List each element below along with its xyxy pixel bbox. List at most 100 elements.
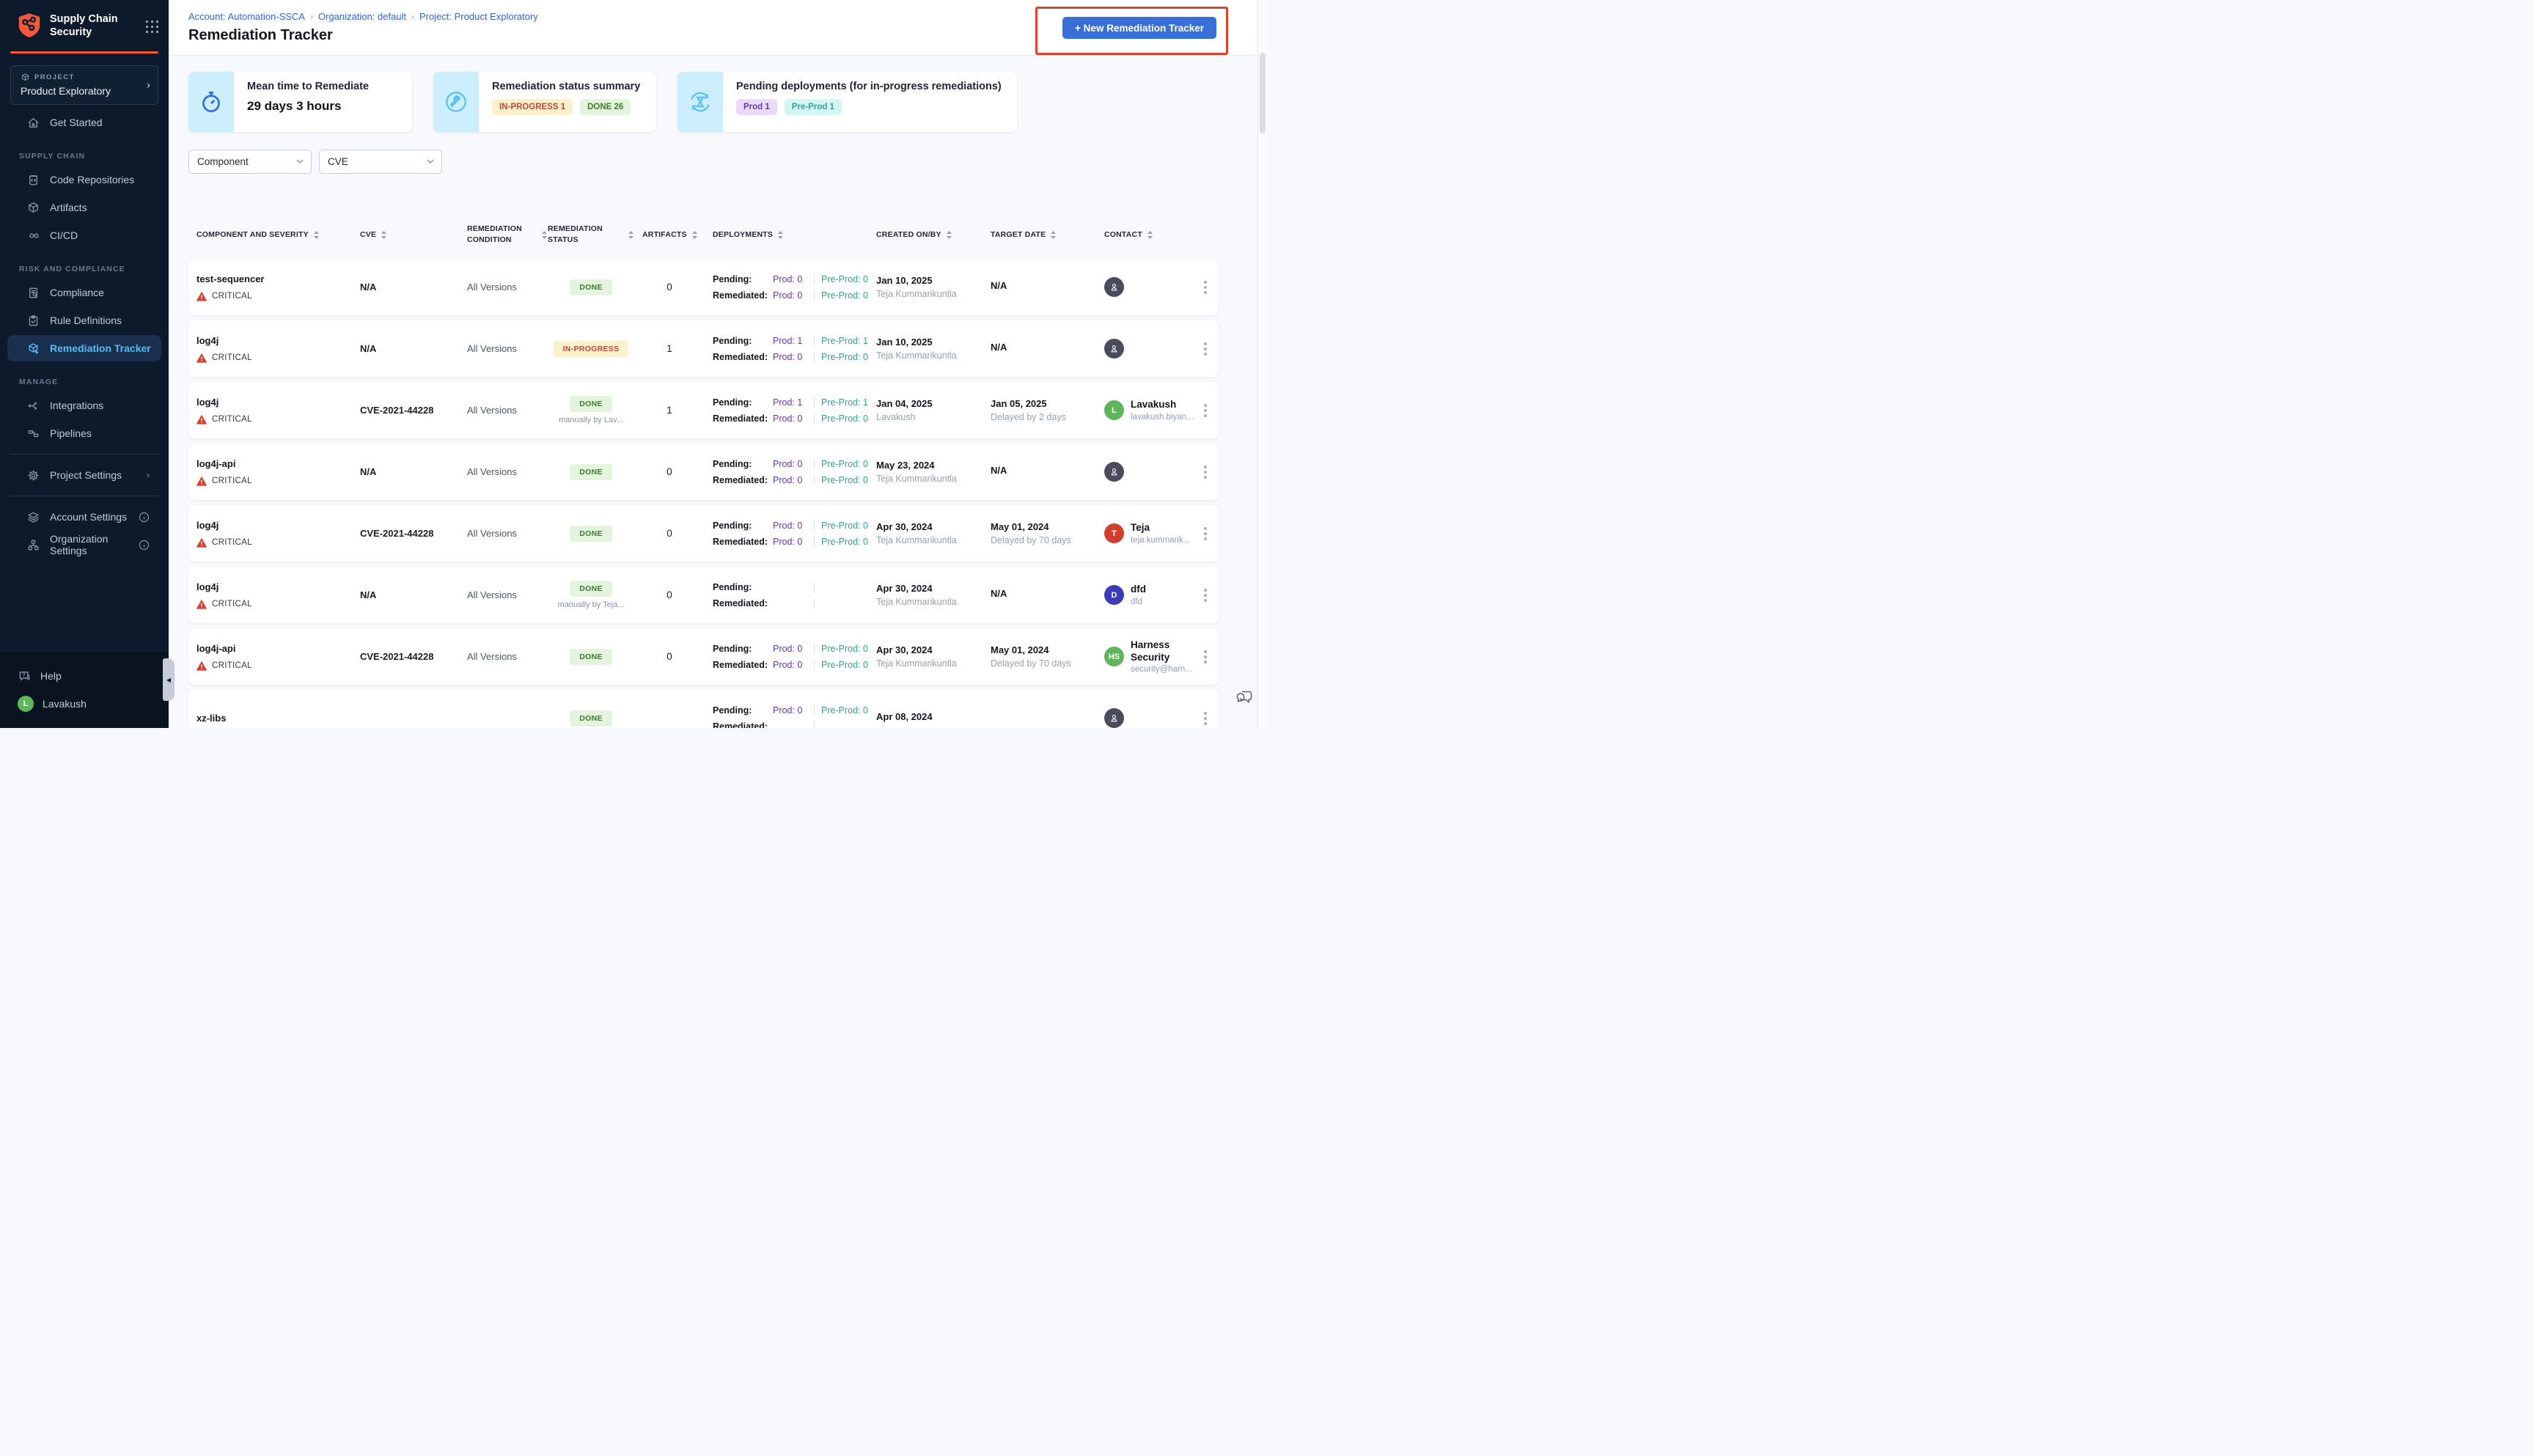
column-header-target-date[interactable]: TARGET DATE xyxy=(983,229,1096,240)
cell-remediation-condition: All Versions xyxy=(467,282,517,293)
sidebar-item-project-settings[interactable]: Project Settings › xyxy=(7,462,161,488)
cell-remediation-status: DONE xyxy=(548,525,634,542)
divider xyxy=(814,581,815,592)
deploy-badge-prod-1: Prod 1 xyxy=(736,99,777,115)
remediation-tracker-icon xyxy=(26,342,40,356)
cell-remediation-status: DONE xyxy=(548,648,634,665)
sidebar-item-remediation-tracker[interactable]: Remediation Tracker xyxy=(7,335,161,361)
project-selector[interactable]: PROJECT Product Exploratory › xyxy=(10,65,158,105)
sidebar-item-organization-settings[interactable]: Organization Settings xyxy=(7,532,161,558)
sidebar-item-account-settings[interactable]: Account Settings xyxy=(7,504,161,530)
preprod-pending-count: Pre-Prod: 0 xyxy=(821,520,868,531)
cve-filter-dropdown[interactable]: CVE xyxy=(319,150,442,174)
preprod-remediated-count: Pre-Prod: 0 xyxy=(821,290,868,301)
summary-cards: Mean time to Remediate 29 days 3 hours R… xyxy=(188,72,1267,132)
row-menu-kebab-icon[interactable] xyxy=(1191,465,1219,479)
sidebar-item-pipelines[interactable]: Pipelines xyxy=(7,420,161,446)
card-title: Remediation status summary xyxy=(492,81,641,92)
sidebar-item-label: Project Settings xyxy=(50,469,122,481)
column-header-component-and-severity[interactable]: COMPONENT AND SEVERITY xyxy=(188,229,360,240)
org-tree-icon xyxy=(26,538,40,552)
column-header-remediation-status[interactable]: REMEDIATION STATUS xyxy=(548,224,634,245)
sidebar-item-get-started[interactable]: Get Started xyxy=(7,109,161,136)
cell-target-date: N/A xyxy=(991,280,1007,291)
row-menu-kebab-icon[interactable] xyxy=(1191,650,1219,663)
cell-cve: CVE-2021-44228 xyxy=(360,651,434,662)
breadcrumb-link-project[interactable]: Project: Product Exploratory xyxy=(419,11,538,22)
sidebar-item-help[interactable]: ? Help xyxy=(0,662,169,690)
scrollbar-thumb[interactable] xyxy=(1260,53,1266,133)
sidebar-collapse-handle[interactable]: ◀ xyxy=(163,658,175,701)
cell-artifacts: 0 xyxy=(666,466,672,477)
preprod-remediated-count: Pre-Prod: 0 xyxy=(821,413,868,424)
cell-created-on-by: Jan 04, 2025 Lavakush xyxy=(876,398,933,422)
preprod-pending-count: Pre-Prod: 0 xyxy=(821,705,868,716)
row-menu-kebab-icon[interactable] xyxy=(1191,711,1219,725)
status-badge: DONE xyxy=(570,463,612,480)
cell-created-on-by: May 23, 2024 Teja Kummarikuntla xyxy=(876,460,957,484)
cell-cve: N/A xyxy=(360,589,377,600)
table-row[interactable]: log4j CRITICAL CVE-2021-44228 All Versio… xyxy=(188,505,1219,562)
breadcrumb-link-account[interactable]: Account: Automation-SSCA xyxy=(188,11,305,22)
table-row[interactable]: log4j CRITICAL N/A All Versions DONE man… xyxy=(188,567,1219,623)
page-header: Account: Automation-SSCA › Organization: d… xyxy=(169,0,1267,56)
person-avatar-icon xyxy=(1104,462,1124,482)
table-row[interactable]: log4j CRITICAL CVE-2021-44228 All Versio… xyxy=(188,382,1219,438)
component-filter-dropdown[interactable]: Component xyxy=(188,150,312,174)
breadcrumb-link-organization[interactable]: Organization: default xyxy=(318,11,406,22)
sidebar-item-label: Code Repositories xyxy=(50,174,135,185)
support-chat-icon[interactable] xyxy=(1235,687,1254,706)
cell-remediation-condition: All Versions xyxy=(467,528,517,539)
vertical-scrollbar[interactable] xyxy=(1257,0,1267,728)
sidebar-item-compliance[interactable]: Compliance xyxy=(7,279,161,306)
column-header-cve[interactable]: CVE xyxy=(360,229,467,240)
module-grid-icon[interactable] xyxy=(144,18,158,33)
column-header-artifacts[interactable]: ARTIFACTS xyxy=(634,229,705,240)
table-row[interactable]: log4j-api CRITICAL CVE-2021-44228 All Ve… xyxy=(188,628,1219,685)
cell-remediation-condition: All Versions xyxy=(467,466,517,477)
row-menu-kebab-icon[interactable] xyxy=(1191,280,1219,294)
cell-remediation-status: DONE xyxy=(548,710,634,727)
cell-created-on-by: Apr 30, 2024 Teja Kummarikuntla xyxy=(876,644,957,669)
wrench-icon xyxy=(433,72,479,132)
column-header-deployments[interactable]: DEPLOYMENTS xyxy=(705,229,868,240)
sidebar-item-ci-cd[interactable]: CI/CD xyxy=(7,222,161,249)
row-menu-kebab-icon[interactable] xyxy=(1191,342,1219,356)
critical-severity-icon xyxy=(197,599,207,609)
sidebar-item-label: Get Started xyxy=(50,117,103,128)
cell-component: log4j CRITICAL xyxy=(197,519,252,548)
row-menu-kebab-icon[interactable] xyxy=(1191,403,1219,417)
row-menu-kebab-icon[interactable] xyxy=(1191,526,1219,540)
column-header-remediation-condition[interactable]: REMEDIATION CONDITION xyxy=(467,224,548,245)
prod-pending-count: Prod: 1 xyxy=(773,397,803,408)
cell-remediation-condition: All Versions xyxy=(467,651,517,662)
cell-remediation-status: DONE manually by Lav... xyxy=(548,396,634,424)
cell-deployments: Pending: Prod: 1 Pre-Prod: 1 Remediated:… xyxy=(713,397,868,424)
prod-remediated-count: Prod: 0 xyxy=(773,290,803,301)
preprod-pending-count: Pre-Prod: 1 xyxy=(821,335,868,346)
row-menu-kebab-icon[interactable] xyxy=(1191,588,1219,602)
sidebar-user[interactable]: L Lavakush xyxy=(0,690,169,718)
table-row[interactable]: log4j-api CRITICAL N/A All Versions DONE… xyxy=(188,444,1219,500)
sidebar-item-rule-definitions[interactable]: Rule Definitions xyxy=(7,307,161,334)
rule-definitions-icon xyxy=(26,314,40,328)
cell-created-on-by: Apr 30, 2024 Teja Kummarikuntla xyxy=(876,583,957,607)
table-row[interactable]: xz-libs DONE Pending: Prod: 0 Pre-Prod: … xyxy=(188,690,1219,728)
layers-icon xyxy=(26,510,40,524)
person-avatar-icon xyxy=(1104,339,1124,359)
sidebar-item-integrations[interactable]: Integrations xyxy=(7,392,161,419)
column-header-created-on-by[interactable]: CREATED ON/BY xyxy=(868,229,983,240)
column-header-contact[interactable]: CONTACT xyxy=(1096,229,1191,240)
new-remediation-tracker-button[interactable]: + New Remediation Tracker xyxy=(1062,17,1216,39)
critical-severity-icon xyxy=(197,291,207,301)
table-row[interactable]: test-sequencer CRITICAL N/A All Versions… xyxy=(188,259,1219,315)
contact-avatar: HS xyxy=(1104,647,1124,666)
cell-remediation-status: DONE manually by Teja... xyxy=(548,581,634,609)
sidebar-item-artifacts[interactable]: Artifacts xyxy=(7,194,161,221)
sort-icon xyxy=(628,230,634,239)
cicd-infinity-icon xyxy=(26,229,40,243)
sidebar-item-code-repositories[interactable]: Code Repositories xyxy=(7,166,161,193)
status-badge-in-progress-1: IN-PROGRESS 1 xyxy=(492,99,573,115)
table-row[interactable]: log4j CRITICAL N/A All Versions IN-PROGR… xyxy=(188,320,1219,377)
cell-target-date: May 01, 2024 Delayed by 70 days xyxy=(991,521,1071,545)
